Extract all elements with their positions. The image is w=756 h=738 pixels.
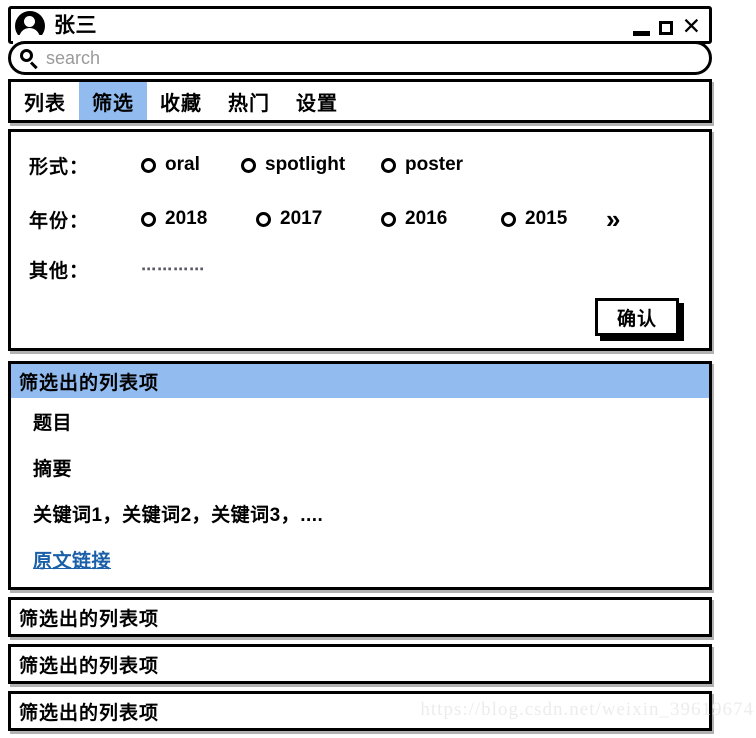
result-item-header[interactable]: 筛选出的列表项 xyxy=(11,647,709,681)
radio-dot-2016[interactable] xyxy=(381,211,396,227)
tab-bar: 列表 筛选 收藏 热门 设置 xyxy=(8,79,712,123)
radio-option-oral[interactable]: oral xyxy=(141,154,241,176)
search-bar[interactable] xyxy=(8,41,712,75)
radio-option-poster[interactable]: poster xyxy=(381,154,463,176)
result-title: 题目 xyxy=(33,413,73,434)
result-item-header[interactable]: 筛选出的列表项 xyxy=(11,364,709,398)
result-source-link[interactable]: 原文链接 xyxy=(33,546,709,573)
avatar-head xyxy=(24,15,35,27)
radio-option-2018[interactable]: 2018 xyxy=(141,208,256,230)
result-item-expanded: 筛选出的列表项 题目 摘要 关键词1，关键词2，关键词3，.... 原文链接 xyxy=(8,361,712,590)
result-item-collapsed-1[interactable]: 筛选出的列表项 xyxy=(8,597,712,637)
result-item-header[interactable]: 筛选出的列表项 xyxy=(11,600,709,634)
radio-option-2015[interactable]: 2015 xyxy=(501,208,606,230)
result-keywords: 关键词1，关键词2，关键词3，.... xyxy=(33,505,324,526)
search-input[interactable] xyxy=(46,47,446,69)
radio-label-poster: poster xyxy=(405,154,464,175)
radio-label-2017: 2017 xyxy=(280,208,323,229)
radio-label-2015: 2015 xyxy=(525,208,568,229)
user-name: 张三 xyxy=(54,13,97,37)
filter-row-other: 其他： ⋯⋯⋯⋯ xyxy=(11,252,709,286)
other-input[interactable]: ⋯⋯⋯⋯ xyxy=(141,260,205,278)
radio-dot-2018[interactable] xyxy=(141,211,156,227)
filter-row-format: 形式： oral spotlight poster xyxy=(11,148,709,182)
app-window: 张三 ✕ 列表 筛选 收藏 热门 设置 形式： oral xyxy=(8,6,712,731)
title-bar: 张三 ✕ xyxy=(8,6,712,47)
result-abstract: 摘要 xyxy=(33,459,73,480)
radio-dot-spotlight[interactable] xyxy=(241,157,256,173)
search-glass xyxy=(20,49,33,62)
filter-panel: 形式： oral spotlight poster 年份： 2018 2017 … xyxy=(8,129,712,351)
result-item-collapsed-2[interactable]: 筛选出的列表项 xyxy=(8,644,712,684)
tab-favorites[interactable]: 收藏 xyxy=(147,82,215,120)
result-item-header[interactable]: 筛选出的列表项 xyxy=(11,694,709,728)
close-icon[interactable]: ✕ xyxy=(682,14,701,38)
filter-label-format: 形式： xyxy=(29,156,90,178)
filter-label-year: 年份： xyxy=(29,210,90,232)
tab-popular[interactable]: 热门 xyxy=(215,82,283,120)
radio-option-2017[interactable]: 2017 xyxy=(256,208,381,230)
confirm-button[interactable]: 确认 xyxy=(595,298,679,336)
radio-label-2016: 2016 xyxy=(405,208,448,229)
radio-option-2016[interactable]: 2016 xyxy=(381,208,501,230)
result-item-collapsed-3[interactable]: 筛选出的列表项 xyxy=(8,691,712,731)
radio-label-2018: 2018 xyxy=(165,208,208,229)
search-icon[interactable] xyxy=(19,48,39,70)
radio-dot-poster[interactable] xyxy=(381,157,396,173)
search-handle xyxy=(29,61,38,70)
filter-row-year: 年份： 2018 2017 2016 2015 » xyxy=(11,202,709,236)
radio-option-spotlight[interactable]: spotlight xyxy=(241,154,381,176)
radio-dot-2017[interactable] xyxy=(256,211,271,227)
result-list: 筛选出的列表项 题目 摘要 关键词1，关键词2，关键词3，.... 原文链接 筛… xyxy=(8,361,712,731)
maximize-icon[interactable] xyxy=(658,21,673,35)
radio-dot-2015[interactable] xyxy=(501,211,516,227)
tab-filter[interactable]: 筛选 xyxy=(79,82,147,120)
radio-label-oral: oral xyxy=(165,154,200,175)
window-controls: ✕ xyxy=(632,11,701,43)
result-item-body: 题目 摘要 关键词1，关键词2，关键词3，.... 原文链接 xyxy=(11,398,709,587)
radio-dot-oral[interactable] xyxy=(141,157,156,173)
filter-label-other: 其他： xyxy=(29,260,90,282)
tab-list[interactable]: 列表 xyxy=(11,82,79,120)
radio-label-spotlight: spotlight xyxy=(265,154,346,175)
user-avatar-icon[interactable] xyxy=(13,10,47,47)
chevron-right-more-icon[interactable]: » xyxy=(606,206,620,232)
minimize-icon[interactable] xyxy=(632,30,650,36)
tab-settings[interactable]: 设置 xyxy=(283,82,351,120)
